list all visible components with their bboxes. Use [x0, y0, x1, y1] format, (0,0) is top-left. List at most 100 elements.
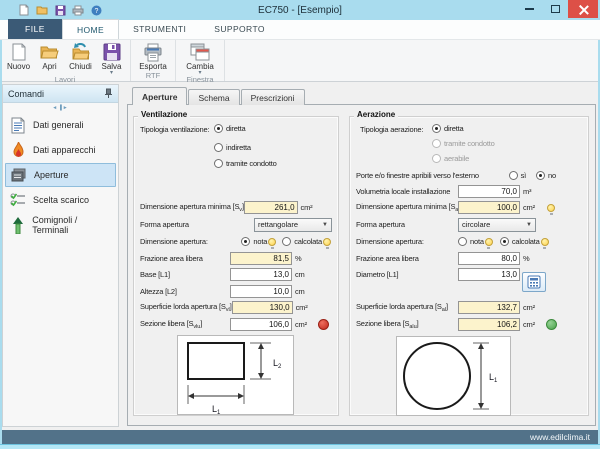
- radio-aerazione-diretta[interactable]: diretta: [432, 124, 464, 133]
- content-tabstrip: Aperture Schema Prescrizioni: [132, 87, 306, 105]
- field-label: Dimensione apertura minima [Sa]: [356, 202, 460, 213]
- radio-calcolata[interactable]: calcolata: [282, 237, 322, 246]
- nuovo-button[interactable]: Nuovo: [3, 41, 34, 71]
- sidebar-item-aperture[interactable]: Aperture: [5, 163, 116, 187]
- radio-aerazione-tramite-condotto[interactable]: tramite condotto: [432, 139, 495, 148]
- hint-bulb-icon[interactable]: [484, 237, 493, 249]
- tab-schema[interactable]: Schema: [188, 89, 240, 105]
- altezza-input[interactable]: 10,0: [230, 285, 292, 298]
- hint-bulb-icon[interactable]: [323, 237, 331, 249]
- dimensione-apertura-minima-row: Dimensione apertura minima [Sa] 100,0 cm…: [356, 200, 582, 215]
- hint-bulb-icon[interactable]: [547, 203, 555, 215]
- sidebar-item-label: Comignoli / Terminali: [32, 215, 78, 235]
- tab-strumenti[interactable]: STRUMENTI: [119, 19, 200, 39]
- tab-aperture[interactable]: Aperture: [132, 87, 188, 105]
- sidebar-item-dati-generali[interactable]: Dati generali: [5, 113, 116, 137]
- field-label: Volumetria locale installazione: [356, 187, 451, 196]
- unit-label: cm: [295, 270, 305, 279]
- sezione-libera-input[interactable]: 106,2: [458, 318, 520, 331]
- unit-label: %: [295, 254, 302, 263]
- apri-button[interactable]: Apri: [34, 41, 65, 71]
- sidebar-collapse-handle[interactable]: ◄▐►: [3, 103, 118, 112]
- radio-icon: [508, 171, 518, 180]
- minimize-button[interactable]: [516, 0, 542, 18]
- sidebar-header: Comandi: [3, 85, 118, 103]
- radio-ventilazione-indiretta[interactable]: indiretta: [214, 143, 251, 152]
- ribbon-group-label: RTF: [145, 71, 161, 80]
- dimensione-apertura-minima-input[interactable]: 261,0: [243, 201, 298, 214]
- esporta-button[interactable]: Esporta: [134, 41, 172, 71]
- unit-label: %: [523, 254, 530, 263]
- sezione-libera-row: Sezione libera [Salu] 106,2 cm²: [356, 317, 582, 332]
- tab-file[interactable]: FILE: [8, 19, 62, 39]
- tipologia-ventilazione-label: Tipologia ventilazione:: [140, 125, 210, 134]
- radio-icon: [432, 139, 441, 148]
- volumetria-input[interactable]: 70,0: [458, 185, 520, 198]
- calculator-button[interactable]: [522, 272, 546, 292]
- sidebar-item-comignoli[interactable]: Comignoli / Terminali: [5, 213, 116, 237]
- pin-icon[interactable]: [104, 85, 113, 103]
- forma-apertura-select[interactable]: circolare ▼: [458, 217, 536, 232]
- salva-button[interactable]: Salva ▾: [96, 41, 127, 76]
- sidebar-title: Comandi: [8, 88, 45, 99]
- chiudi-button[interactable]: Chiudi: [65, 41, 96, 71]
- unit-label: cm²: [295, 320, 307, 329]
- base-input[interactable]: 13,0: [230, 268, 292, 281]
- hint-bulb-icon[interactable]: [268, 237, 277, 249]
- ventilazione-groupbox: Ventilazione Tipologia ventilazione: dir…: [133, 110, 339, 416]
- frazione-area-libera-input[interactable]: 80,0: [458, 252, 520, 265]
- field-label: Base [L1]: [140, 270, 170, 279]
- unit-label: cm²: [523, 303, 535, 312]
- aerazione-groupbox: Aerazione Tipologia aerazione: diretta t…: [349, 110, 589, 416]
- sidebar-item-dati-apparecchi[interactable]: Dati apparecchi: [5, 138, 116, 162]
- frazione-area-libera-row: Frazione area libera 80,0 %: [356, 251, 582, 266]
- superficie-lorda-input[interactable]: 130,0: [231, 301, 293, 314]
- diametro-input[interactable]: 13,0: [458, 268, 520, 281]
- field-label: Sezione libera [Salu]: [356, 319, 419, 330]
- radio-calcolata[interactable]: calcolata: [499, 237, 540, 246]
- app-window: ? EC750 - [Esempio] FILE HOME STRUMENTI …: [0, 0, 600, 449]
- unit-label: m³: [523, 187, 532, 196]
- field-label: Superficie lorda apertura [Sal]: [356, 302, 448, 313]
- tab-prescrizioni[interactable]: Prescrizioni: [240, 89, 305, 105]
- superficie-lorda-input[interactable]: 132,7: [458, 301, 520, 314]
- svg-text:L2: L2: [273, 358, 282, 370]
- export-printer-icon: [142, 42, 164, 62]
- radio-no[interactable]: no: [536, 171, 556, 180]
- status-bar: www.edilclima.it: [2, 430, 598, 444]
- close-button[interactable]: [568, 0, 598, 18]
- window-controls: [516, 0, 598, 18]
- tipologia-aerazione-label: Tipologia aerazione:: [360, 125, 424, 134]
- cambia-button[interactable]: Cambia ▾: [179, 41, 221, 76]
- tab-supporto[interactable]: SUPPORTO: [200, 19, 279, 39]
- volumetria-row: Volumetria locale installazione 70,0 m³: [356, 184, 582, 199]
- maximize-button[interactable]: [542, 0, 568, 18]
- radio-ventilazione-diretta[interactable]: diretta: [214, 124, 246, 133]
- frazione-area-libera-input[interactable]: 81,5: [230, 252, 292, 265]
- field-label: Forma apertura: [356, 220, 405, 229]
- radio-icon: [282, 237, 292, 246]
- field-label: Dimensione apertura minima [Sv]: [140, 202, 244, 213]
- rectangular-opening-diagram: L2 L1: [177, 335, 294, 416]
- radio-nota[interactable]: nota: [458, 237, 484, 246]
- radio-icon: [214, 124, 223, 133]
- radio-nota[interactable]: nota: [241, 237, 267, 246]
- dimensione-apertura-minima-input[interactable]: 100,0: [458, 201, 520, 214]
- window-border-left: [0, 40, 2, 449]
- tab-home[interactable]: HOME: [62, 19, 120, 39]
- sidebar-item-scelta-scarico[interactable]: Scelta scarico: [5, 188, 116, 212]
- close-folder-icon: [70, 42, 92, 62]
- sezione-libera-input[interactable]: 106,0: [230, 318, 292, 331]
- superficie-lorda-row: Superficie lorda apertura [Svl] 130,0 cm…: [140, 300, 332, 315]
- field-label: Dimensione apertura:: [140, 237, 208, 246]
- radio-si[interactable]: sì: [508, 171, 526, 180]
- sidebar-item-label: Aperture: [34, 170, 69, 180]
- minimize-icon: [524, 8, 534, 10]
- statusbar-link[interactable]: www.edilclima.it: [530, 432, 590, 442]
- radio-ventilazione-tramite-condotto[interactable]: tramite condotto: [214, 159, 277, 168]
- hint-bulb-icon[interactable]: [540, 237, 549, 249]
- radio-aerazione-aerabile[interactable]: aerabile: [432, 154, 469, 163]
- forma-apertura-select[interactable]: rettangolare ▼: [254, 217, 332, 232]
- unit-label: cm²: [523, 320, 535, 329]
- forma-apertura-row: Forma apertura rettangolare ▼: [140, 217, 332, 232]
